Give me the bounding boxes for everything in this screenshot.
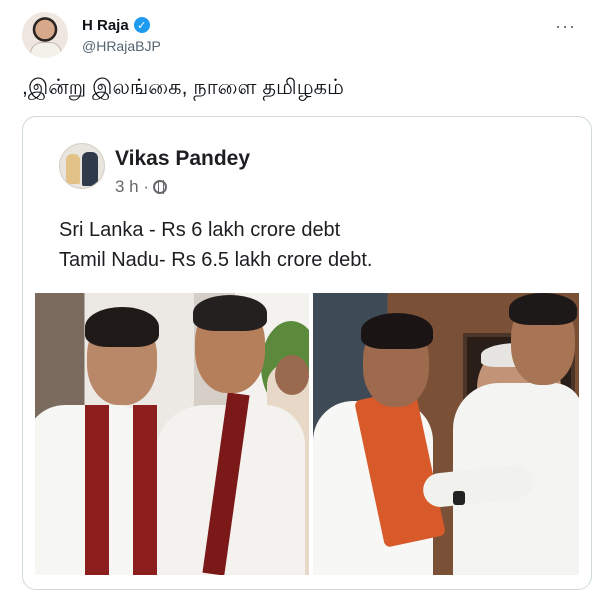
verified-badge-icon: ✓ (133, 17, 150, 33)
post-author-name: Vikas Pandey (115, 147, 251, 170)
post-line-1: Sri Lanka - Rs 6 lakh crore debt (59, 219, 341, 241)
more-options-icon[interactable]: ··· (555, 16, 576, 37)
post-time: 3 h · (115, 177, 168, 197)
post-line-2: Tamil Nadu- Rs 6.5 lakh crore debt. (59, 249, 373, 271)
post-time-text: 3 h · (115, 177, 150, 196)
author-name-row: H Raja ✓ (82, 15, 150, 35)
quoted-image-card[interactable]: Vikas Pandey 3 h · Sri Lanka - Rs 6 lakh… (22, 116, 592, 590)
facebook-post-screenshot: Vikas Pandey 3 h · Sri Lanka - Rs 6 lakh… (35, 123, 579, 575)
avatar[interactable] (22, 12, 68, 58)
user-handle[interactable]: @HRajaBJP (82, 38, 161, 54)
post-author-avatar (59, 143, 105, 189)
tweet-text: ,இன்று இலங்கை, நாளை தமிழகம் (22, 76, 344, 99)
photo-left (35, 293, 309, 575)
display-name[interactable]: H Raja (82, 17, 129, 34)
tweet-header: H Raja ✓ @HRajaBJP ··· (22, 12, 582, 60)
globe-icon (153, 180, 168, 194)
photo-right (313, 293, 579, 575)
